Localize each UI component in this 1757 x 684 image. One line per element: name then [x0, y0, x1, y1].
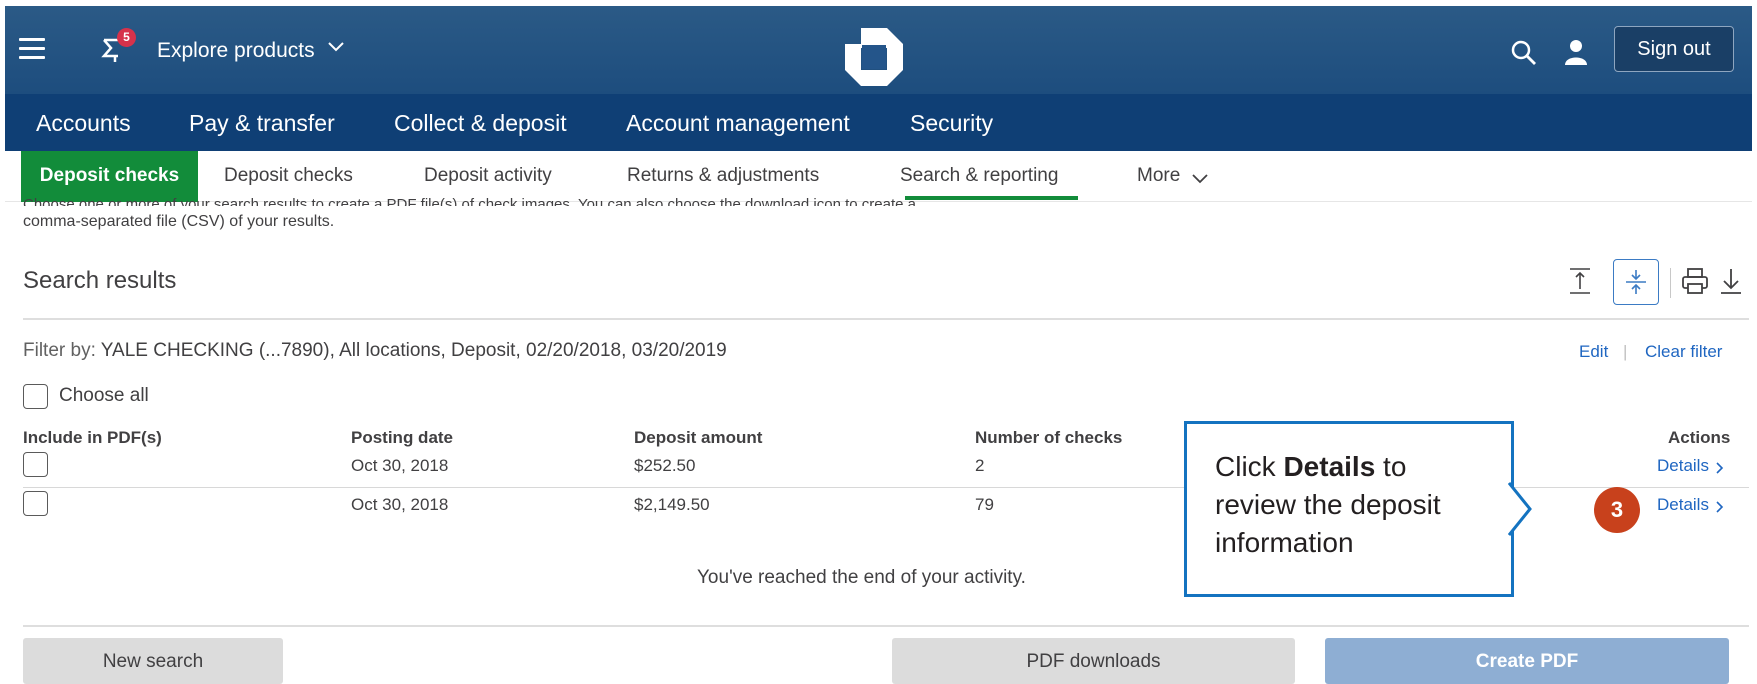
sub-nav: Deposit checks Deposit checks Deposit ac… — [5, 151, 1752, 202]
deposit-amount-cell: $252.50 — [634, 456, 696, 475]
profile-icon[interactable] — [1564, 39, 1588, 65]
nav-account-management[interactable]: Account management — [626, 110, 850, 137]
callout-text: Click Details to review the deposit info… — [1215, 448, 1485, 562]
primary-nav: Accounts Pay & transfer Collect & deposi… — [5, 94, 1752, 151]
nav-accounts[interactable]: Accounts — [36, 110, 131, 137]
notification-badge: 5 — [117, 28, 136, 47]
end-of-activity-message: You've reached the end of your activity. — [697, 567, 1026, 588]
menu-icon[interactable] — [19, 38, 45, 60]
column-header-posting-date[interactable]: Posting date — [351, 428, 453, 448]
column-header-deposit-amount[interactable]: Deposit amount — [634, 428, 762, 448]
divider — [23, 318, 1749, 320]
link-divider: | — [1623, 342, 1628, 361]
collapse-rows-button[interactable] — [1613, 259, 1659, 305]
explore-products-link[interactable]: Explore products — [157, 39, 315, 63]
column-header-actions: Actions — [1668, 428, 1731, 447]
pdf-downloads-button[interactable]: PDF downloads — [892, 638, 1295, 684]
sign-out-button[interactable]: Sign out — [1614, 26, 1734, 72]
intro-text-line1: Choose one or more of your search result… — [23, 196, 916, 206]
callout-text-prefix: Click — [1215, 451, 1284, 482]
page-title: Search results — [23, 267, 177, 294]
subnav-deposit-activity[interactable]: Deposit activity — [424, 165, 552, 187]
edit-filter-link[interactable]: Edit — [1579, 342, 1608, 362]
choose-all-label: Choose all — [59, 385, 149, 406]
subnav-search-reporting[interactable]: Search & reporting — [900, 165, 1058, 187]
collapse-rows-icon — [1626, 270, 1646, 294]
deposit-amount-cell: $2,149.50 — [634, 495, 710, 514]
notifications-button[interactable]: 5 — [101, 28, 136, 62]
toolbar-divider — [1670, 268, 1671, 298]
expand-rows-icon[interactable] — [1567, 266, 1593, 296]
column-header-number-of-checks[interactable]: Number of checks — [975, 428, 1122, 448]
chevron-down-icon — [1192, 174, 1208, 184]
number-of-checks-cell: 2 — [975, 456, 985, 475]
details-link[interactable]: Details — [1657, 456, 1709, 476]
sub-nav-section-title: Deposit checks — [21, 151, 198, 202]
chevron-right-icon — [1716, 501, 1724, 513]
posting-date-cell: Oct 30, 2018 — [351, 495, 449, 514]
posting-date-cell: Oct 30, 2018 — [351, 456, 449, 475]
top-header: 5 Explore products Sign out — [5, 6, 1752, 94]
chase-logo[interactable] — [843, 26, 905, 88]
print-icon[interactable] — [1680, 266, 1710, 296]
choose-all-checkbox[interactable] — [23, 384, 48, 409]
step-number-badge: 3 — [1594, 487, 1640, 533]
number-of-checks-cell: 79 — [975, 495, 994, 514]
subnav-deposit-checks[interactable]: Deposit checks — [224, 165, 353, 187]
filter-label: Filter by: — [23, 340, 96, 361]
divider — [23, 625, 1749, 627]
filter-value: YALE CHECKING (...7890), All locations, … — [100, 340, 727, 361]
callout-text-bold: Details — [1283, 451, 1376, 482]
row-checkbox[interactable] — [23, 491, 48, 516]
nav-collect-deposit[interactable]: Collect & deposit — [394, 110, 567, 137]
chevron-down-icon — [328, 42, 344, 52]
subnav-returns-adjustments[interactable]: Returns & adjustments — [627, 165, 819, 187]
new-search-button[interactable]: New search — [23, 638, 283, 684]
details-link[interactable]: Details — [1657, 495, 1709, 515]
chevron-right-icon — [1716, 462, 1724, 474]
search-icon[interactable] — [1511, 40, 1537, 66]
clear-filter-link[interactable]: Clear filter — [1645, 342, 1722, 362]
subnav-more[interactable]: More — [1137, 165, 1180, 187]
create-pdf-button[interactable]: Create PDF — [1325, 638, 1729, 684]
row-checkbox[interactable] — [23, 452, 48, 477]
download-icon[interactable] — [1718, 266, 1744, 296]
callout-pointer — [1508, 482, 1532, 536]
nav-security[interactable]: Security — [910, 110, 993, 137]
nav-pay-transfer[interactable]: Pay & transfer — [189, 110, 335, 137]
filter-summary: Filter by: YALE CHECKING (...7890), All … — [23, 340, 727, 362]
intro-text-line2: comma-separated file (CSV) of your resul… — [23, 213, 335, 230]
column-header-include: Include in PDF(s) — [23, 428, 162, 447]
